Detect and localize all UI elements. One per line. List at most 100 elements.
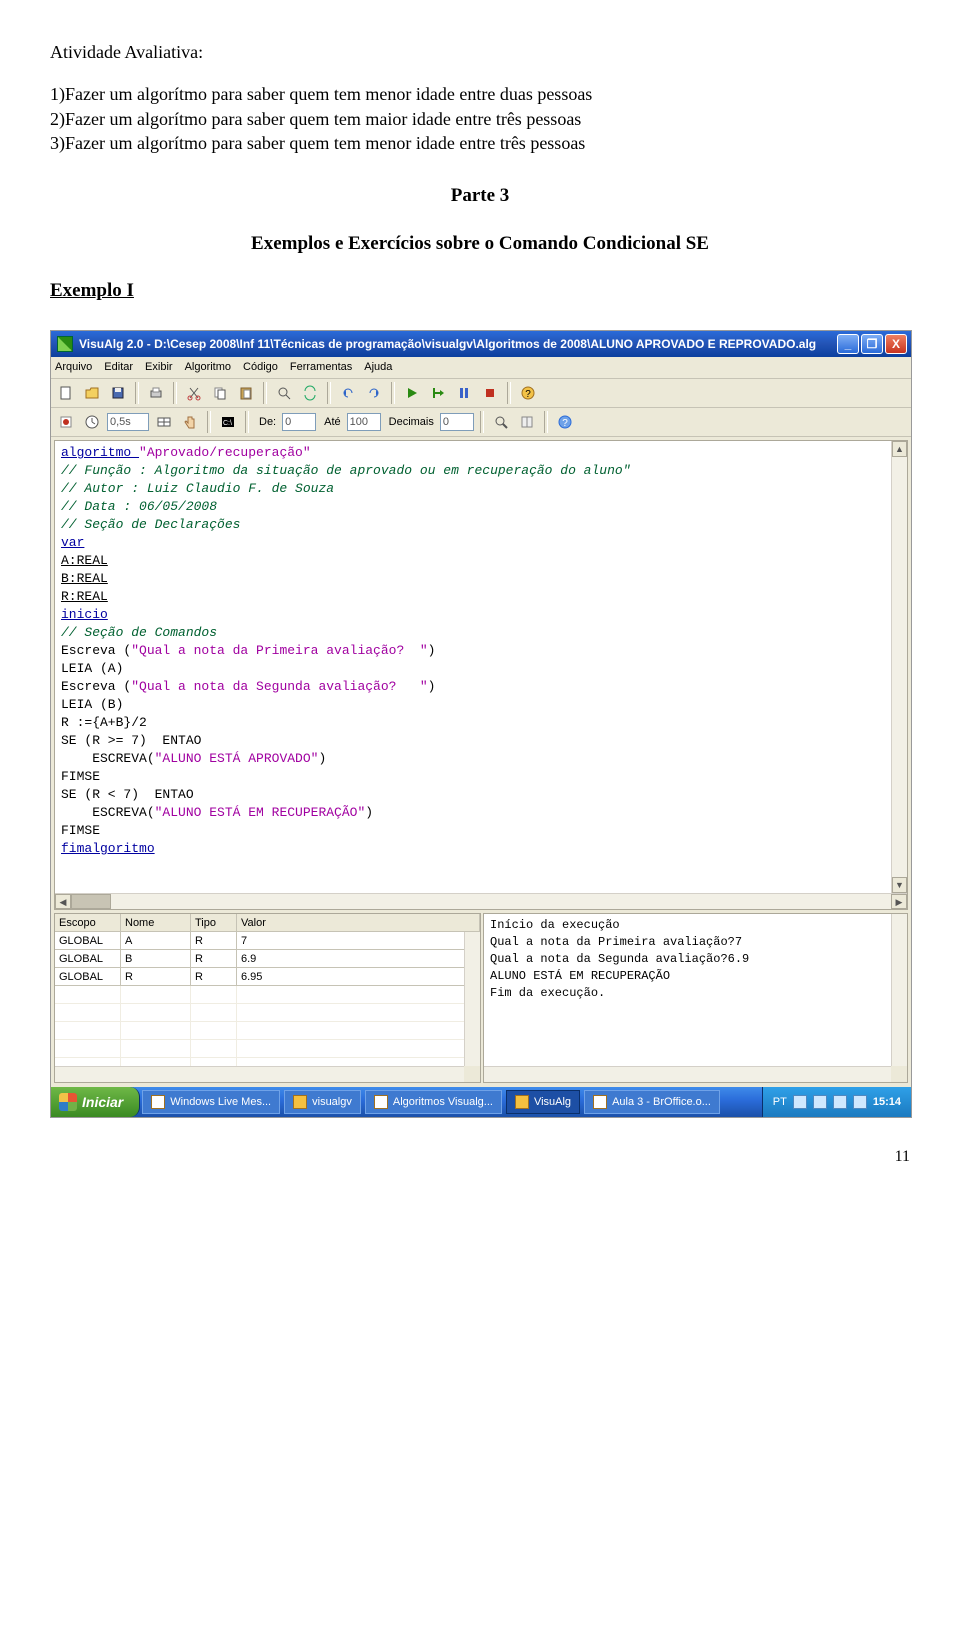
taskbar-item-label: Algoritmos Visualg... [393, 1095, 493, 1110]
menu-editar[interactable]: Editar [104, 360, 133, 375]
scroll-up-icon[interactable]: ▲ [892, 441, 907, 457]
taskbar-item-label: Aula 3 - BrOffice.o... [612, 1095, 711, 1110]
replace-icon[interactable] [299, 382, 321, 404]
col-type[interactable]: Tipo [191, 914, 237, 932]
table-row [55, 986, 480, 1004]
menu-ferramentas[interactable]: Ferramentas [290, 360, 352, 375]
tray-network-icon[interactable] [813, 1095, 827, 1109]
taskbar-item-label: VisuAlg [534, 1095, 571, 1110]
scroll-right-icon[interactable]: ▶ [891, 894, 907, 909]
dos-icon[interactable]: C:\ [217, 411, 239, 433]
svg-text:?: ? [525, 389, 531, 400]
save-file-icon[interactable] [107, 382, 129, 404]
vars-icon[interactable] [153, 411, 175, 433]
breakpoint-icon[interactable] [55, 411, 77, 433]
about-icon[interactable]: ? [554, 411, 576, 433]
console-hscrollbar[interactable] [484, 1066, 891, 1082]
code-editor[interactable]: algoritmo "Aprovado/recuperação" // Funç… [54, 440, 908, 910]
new-file-icon[interactable] [55, 382, 77, 404]
label-ate: Até [324, 415, 341, 430]
step-icon[interactable] [427, 382, 449, 404]
start-button[interactable]: Iniciar [51, 1087, 140, 1117]
lower-panes: Escopo Nome Tipo Valor GLOBALAR7GLOBALBR… [54, 913, 908, 1083]
paste-icon[interactable] [235, 382, 257, 404]
taskbar-item[interactable]: VisuAlg [506, 1090, 580, 1114]
system-tray[interactable]: PT 15:14 [762, 1087, 911, 1117]
part-title: Parte 3 [50, 183, 910, 209]
menu-exibir[interactable]: Exibir [145, 360, 173, 375]
print-icon[interactable] [145, 382, 167, 404]
run-icon[interactable] [401, 382, 423, 404]
input-dec[interactable]: 0 [440, 413, 474, 431]
window-title: VisuAlg 2.0 - D:\Cesep 2008\Inf 11\Técni… [79, 336, 816, 352]
input-ate[interactable]: 100 [347, 413, 381, 431]
menu-codigo[interactable]: Código [243, 360, 278, 375]
table-row[interactable]: GLOBALBR6.9 [55, 950, 480, 968]
grid-header: Escopo Nome Tipo Valor [55, 914, 480, 932]
table-row[interactable]: GLOBALRR6.95 [55, 968, 480, 986]
minimize-button[interactable]: _ [837, 334, 859, 354]
maximize-button[interactable]: ❐ [861, 334, 883, 354]
clock-icon[interactable] [81, 411, 103, 433]
table-row [55, 1040, 480, 1058]
menubar: Arquivo Editar Exibir Algoritmo Código F… [51, 357, 911, 379]
activity-item: 1)Fazer um algorítmo para saber quem tem… [50, 82, 910, 106]
open-file-icon[interactable] [81, 382, 103, 404]
delay-input[interactable]: 0,5s [107, 413, 149, 431]
window-titlebar[interactable]: VisuAlg 2.0 - D:\Cesep 2008\Inf 11\Técni… [51, 331, 911, 357]
windows-logo-icon [59, 1093, 77, 1111]
taskbar-item-icon [293, 1095, 307, 1109]
svg-text:C:\: C:\ [223, 420, 232, 427]
input-de[interactable]: 0 [282, 413, 316, 431]
taskbar-item[interactable]: Algoritmos Visualg... [365, 1090, 502, 1114]
tray-lang[interactable]: PT [773, 1095, 787, 1110]
close-button[interactable]: X [885, 334, 907, 354]
tray-msn-icon[interactable] [853, 1095, 867, 1109]
col-value[interactable]: Valor [237, 914, 480, 932]
help-icon[interactable]: ? [517, 382, 539, 404]
undo-icon[interactable] [337, 382, 359, 404]
editor-hscrollbar[interactable]: ◀ ▶ [55, 893, 907, 909]
taskbar-item-label: Windows Live Mes... [170, 1095, 271, 1110]
zoom-icon[interactable] [490, 411, 512, 433]
taskbar: Iniciar Windows Live Mes... visualgv Algor… [51, 1087, 911, 1117]
hand-icon[interactable] [179, 411, 201, 433]
label-de: De: [259, 415, 276, 430]
scroll-down-icon[interactable]: ▼ [892, 877, 907, 893]
activity-item: 2)Fazer um algorítmo para saber quem tem… [50, 107, 910, 131]
taskbar-item[interactable]: Windows Live Mes... [142, 1090, 280, 1114]
tray-shield-icon[interactable] [793, 1095, 807, 1109]
scroll-left-icon[interactable]: ◀ [55, 894, 71, 909]
book-icon[interactable] [516, 411, 538, 433]
activity-item: 3)Fazer um algorítmo para saber quem tem… [50, 131, 910, 155]
menu-algoritmo[interactable]: Algoritmo [185, 360, 231, 375]
taskbar-item[interactable]: Aula 3 - BrOffice.o... [584, 1090, 720, 1114]
stop-icon[interactable] [479, 382, 501, 404]
toolbar-exec: 0,5s C:\ De: 0 Até 100 Decimais 0 ? [51, 408, 911, 437]
col-name[interactable]: Nome [121, 914, 191, 932]
label-dec: Decimais [389, 415, 434, 430]
start-label: Iniciar [82, 1093, 123, 1112]
visualg-window: VisuAlg 2.0 - D:\Cesep 2008\Inf 11\Técni… [50, 330, 912, 1118]
console-vscrollbar[interactable] [891, 914, 907, 1066]
find-icon[interactable] [273, 382, 295, 404]
exercises-title: Exemplos e Exercícios sobre o Comando Co… [50, 231, 910, 257]
app-icon [57, 336, 73, 352]
menu-arquivo[interactable]: Arquivo [55, 360, 92, 375]
table-row[interactable]: GLOBALAR7 [55, 932, 480, 950]
tray-volume-icon[interactable] [833, 1095, 847, 1109]
col-scope[interactable]: Escopo [55, 914, 121, 932]
editor-vscrollbar[interactable]: ▲ ▼ [891, 441, 907, 893]
taskbar-item[interactable]: visualgv [284, 1090, 361, 1114]
svg-text:?: ? [562, 418, 568, 429]
cut-icon[interactable] [183, 382, 205, 404]
copy-icon[interactable] [209, 382, 231, 404]
activity-list: 1)Fazer um algorítmo para saber quem tem… [50, 82, 910, 155]
vars-vscrollbar[interactable] [464, 932, 480, 1066]
tray-clock[interactable]: 15:14 [873, 1095, 901, 1110]
vars-hscrollbar[interactable] [55, 1066, 464, 1082]
menu-ajuda[interactable]: Ajuda [364, 360, 392, 375]
toolbar-main: ? [51, 379, 911, 408]
redo-icon[interactable] [363, 382, 385, 404]
pause-icon[interactable] [453, 382, 475, 404]
